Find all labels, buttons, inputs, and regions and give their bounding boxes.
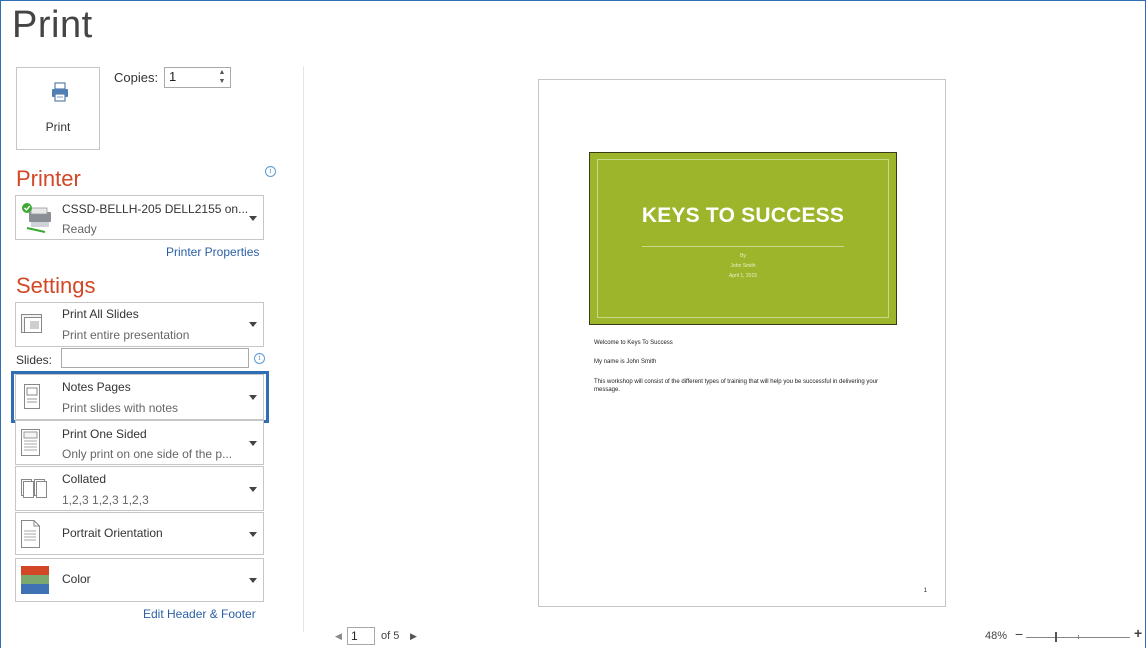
next-page-icon[interactable]: ▶ [410, 631, 417, 642]
print-preview-page: KEYS TO SUCCESS By John Smith April 1, 2… [538, 79, 946, 607]
slide-date: April 1, 2015 [728, 273, 758, 279]
printer-status: Ready [62, 222, 97, 236]
notes-line: My name is John Smith [594, 359, 657, 365]
sides-subtitle: Only print on one side of the p... [62, 447, 233, 461]
slide-thumbnail: KEYS TO SUCCESS By John Smith April 1, 2… [589, 152, 897, 325]
color-dropdown[interactable]: Color [15, 558, 264, 602]
zoom-slider-thumb[interactable] [1055, 632, 1057, 642]
collation-title: Collated [62, 472, 107, 486]
collation-subtitle: 1,2,3 1,2,3 1,2,3 [62, 493, 149, 507]
info-icon[interactable]: i [254, 353, 265, 364]
info-icon[interactable]: i [265, 166, 276, 177]
notes-line: This workshop will consist of the differ… [594, 379, 879, 393]
page-total-label: of 5 [381, 630, 400, 642]
spin-up-icon[interactable]: ▲ [215, 68, 229, 77]
printer-properties-link[interactable]: Printer Properties [166, 245, 259, 259]
orientation-title: Portrait Orientation [62, 526, 163, 540]
chevron-down-icon [249, 322, 257, 327]
slide-border [597, 159, 889, 318]
chevron-down-icon [249, 441, 257, 446]
printer-icon [51, 82, 69, 107]
copies-spinner[interactable]: ▲ ▼ [215, 68, 229, 87]
slides-label: Slides: [16, 353, 53, 367]
color-swatch-icon [21, 566, 49, 599]
slide-author: John Smith [730, 263, 756, 269]
previous-page-icon[interactable]: ◀ [335, 631, 342, 642]
selected-highlight [11, 371, 269, 423]
panel-divider [303, 66, 304, 632]
one-sided-icon [21, 429, 43, 462]
portrait-page-icon [21, 520, 41, 553]
slide-rule [642, 246, 844, 247]
chevron-down-icon [249, 532, 257, 537]
zoom-in-icon[interactable]: + [1134, 625, 1142, 641]
page-title: Print [12, 4, 93, 46]
printer-name: CSSD-BELLH-205 DELL2155 on... [62, 202, 249, 216]
copies-label: Copies: [114, 70, 159, 85]
print-range-subtitle: Print entire presentation [62, 328, 190, 342]
settings-heading: Settings [16, 273, 96, 298]
print-button-label: Print [45, 120, 71, 134]
printer-heading: Printer [16, 166, 81, 191]
chevron-down-icon [249, 216, 257, 221]
color-title: Color [62, 572, 91, 586]
page-number: 1 [923, 588, 927, 594]
printer-dropdown[interactable]: CSSD-BELLH-205 DELL2155 on... Ready [15, 195, 264, 240]
printer-status-icon [21, 202, 55, 239]
sides-title: Print One Sided [62, 427, 147, 441]
spin-down-icon[interactable]: ▼ [215, 77, 229, 86]
print-range-title: Print All Slides [62, 307, 139, 321]
sides-dropdown[interactable]: Print One Sided Only print on one side o… [15, 420, 264, 465]
chevron-down-icon [249, 487, 257, 492]
notes-line: Welcome to Keys To Success [594, 340, 673, 346]
slide-title: KEYS TO SUCCESS [641, 204, 845, 227]
zoom-level[interactable]: 48% [985, 630, 1007, 642]
orientation-dropdown[interactable]: Portrait Orientation [15, 512, 264, 555]
current-page-input[interactable]: 1 [347, 627, 375, 645]
collation-dropdown[interactable]: Collated 1,2,3 1,2,3 1,2,3 [15, 466, 264, 511]
collated-icon [21, 479, 47, 504]
slide-by: By [740, 253, 746, 259]
all-slides-icon [21, 312, 45, 341]
print-range-dropdown[interactable]: Print All Slides Print entire presentati… [15, 302, 264, 347]
zoom-center-tick [1078, 635, 1079, 639]
zoom-out-icon[interactable]: − [1015, 626, 1023, 642]
slides-input[interactable] [61, 348, 249, 368]
chevron-down-icon [249, 578, 257, 583]
edit-header-footer-link[interactable]: Edit Header & Footer [143, 607, 256, 621]
print-button[interactable]: Print [16, 67, 100, 150]
